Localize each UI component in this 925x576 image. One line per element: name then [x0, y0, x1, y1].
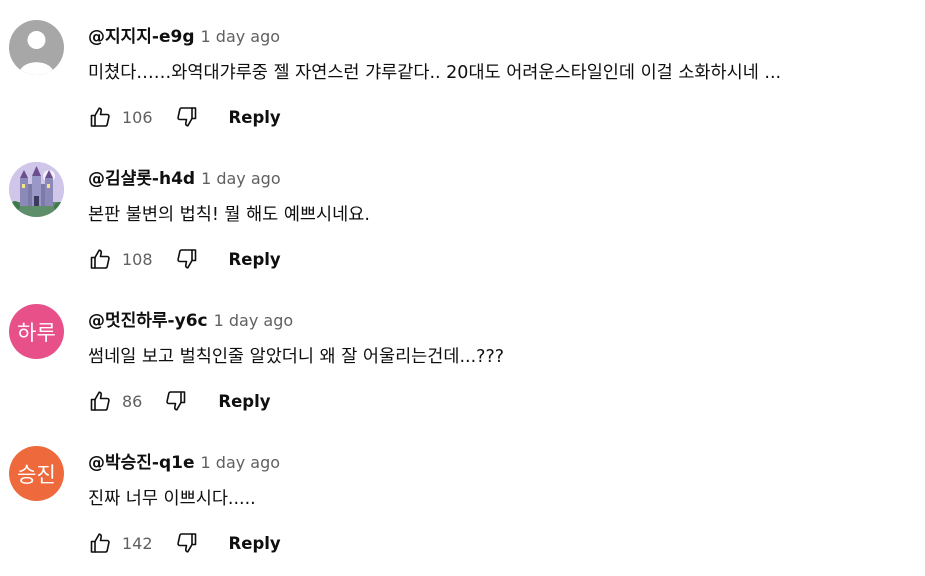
comment-timestamp[interactable]: 1 day ago [201, 169, 281, 188]
thumbs-down-icon [176, 533, 196, 553]
comment-text: 본판 불변의 법칙! 뭘 해도 예쁘시네요. [88, 205, 370, 225]
like-button[interactable] [88, 105, 112, 129]
avatar-initials: 하루 [17, 320, 56, 345]
thumbs-up-icon [90, 533, 110, 553]
comment-header: @박승진-q1e 1 day ago [88, 450, 280, 476]
comment-header: @멋진하루-y6c 1 day ago [88, 308, 293, 334]
thumbs-down-icon [176, 107, 196, 127]
reply-button[interactable]: Reply [229, 534, 281, 553]
avatar[interactable] [9, 162, 64, 217]
author-handle[interactable]: @박승진-q1e [88, 453, 195, 473]
thumbs-down-icon [176, 249, 196, 269]
comment-timestamp[interactable]: 1 day ago [214, 311, 294, 330]
comment-text: 썸네일 보고 벌칙인줄 알았더니 왜 잘 어울리는건데...??? [88, 347, 505, 367]
avatar[interactable]: 하루 [9, 304, 64, 359]
comment-actions: 142 Reply [88, 528, 281, 558]
dislike-button[interactable] [175, 531, 199, 555]
like-count: 106 [122, 107, 153, 127]
avatar[interactable] [9, 20, 64, 75]
thumbs-up-icon [90, 391, 110, 411]
avatar-initials: 승진 [17, 462, 56, 487]
comment-header: @김샬롯-h4d 1 day ago [88, 166, 281, 192]
reply-button[interactable]: Reply [229, 250, 281, 269]
comment-actions: 108 Reply [88, 244, 281, 274]
avatar[interactable]: 승진 [9, 446, 64, 501]
like-button[interactable] [88, 247, 112, 271]
like-count: 108 [122, 249, 153, 269]
thumbs-down-icon [166, 391, 186, 411]
dislike-button[interactable] [175, 247, 199, 271]
comment-item: 하루 @멋진하루-y6c 1 day ago 썸네일 보고 벌칙인줄 알았더니 왜… [0, 304, 925, 434]
dislike-button[interactable] [175, 105, 199, 129]
reply-button[interactable]: Reply [229, 108, 281, 127]
like-button[interactable] [88, 389, 112, 413]
thumbs-up-icon [90, 107, 110, 127]
comment-text: 미쳤다……와역대갸루중 젤 자연스런 갸루같다.. 20대도 어려운스타일인데 … [88, 63, 782, 83]
reply-button[interactable]: Reply [218, 392, 270, 411]
comment-actions: 106 Reply [88, 102, 281, 132]
comment-item: @지지지-e9g 1 day ago 미쳤다……와역대갸루중 젤 자연스런 갸루같… [0, 20, 925, 150]
comment-timestamp[interactable]: 1 day ago [201, 453, 281, 472]
castle-avatar-image [9, 162, 64, 217]
author-handle[interactable]: @멋진하루-y6c [88, 311, 208, 331]
author-handle[interactable]: @지지지-e9g [88, 27, 195, 47]
comment-actions: 86 Reply [88, 386, 270, 416]
author-handle[interactable]: @김샬롯-h4d [88, 169, 195, 189]
dislike-button[interactable] [164, 389, 188, 413]
comment-timestamp[interactable]: 1 day ago [201, 27, 281, 46]
comment-header: @지지지-e9g 1 day ago [88, 24, 280, 50]
comment-item: @김샬롯-h4d 1 day ago 본판 불변의 법칙! 뭘 해도 예쁘시네요.… [0, 162, 925, 292]
comment-item: 승진 @박승진-q1e 1 day ago 진짜 너무 이쁘시다..... 142… [0, 446, 925, 576]
like-count: 142 [122, 533, 153, 553]
like-count: 86 [122, 391, 143, 411]
user-silhouette-icon [19, 31, 54, 75]
comment-text: 진짜 너무 이쁘시다..... [88, 489, 256, 509]
thumbs-up-icon [90, 249, 110, 269]
like-button[interactable] [88, 531, 112, 555]
